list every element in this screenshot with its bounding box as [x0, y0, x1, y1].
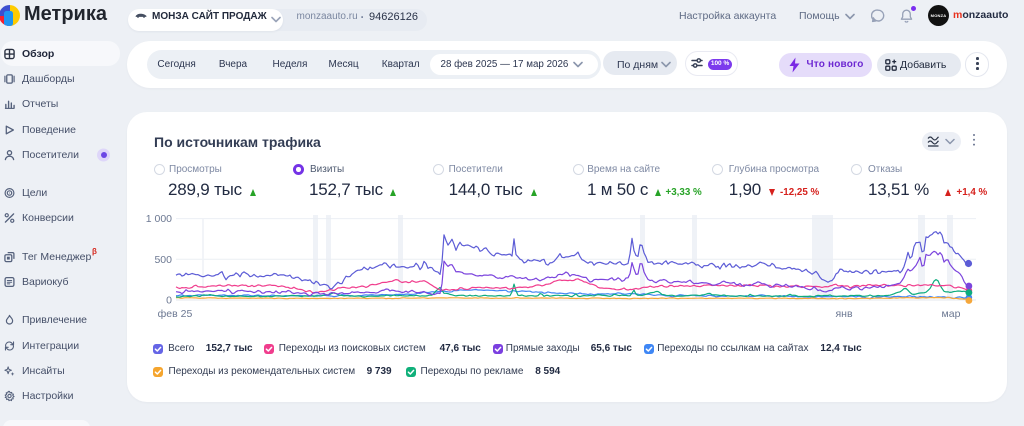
svg-text:янв: янв: [835, 308, 852, 320]
svg-text:1 000: 1 000: [146, 213, 172, 225]
svg-text:0: 0: [166, 295, 172, 307]
svg-text:мар: мар: [942, 308, 961, 320]
svg-text:фев 25: фев 25: [158, 308, 193, 320]
svg-text:500: 500: [154, 254, 172, 266]
